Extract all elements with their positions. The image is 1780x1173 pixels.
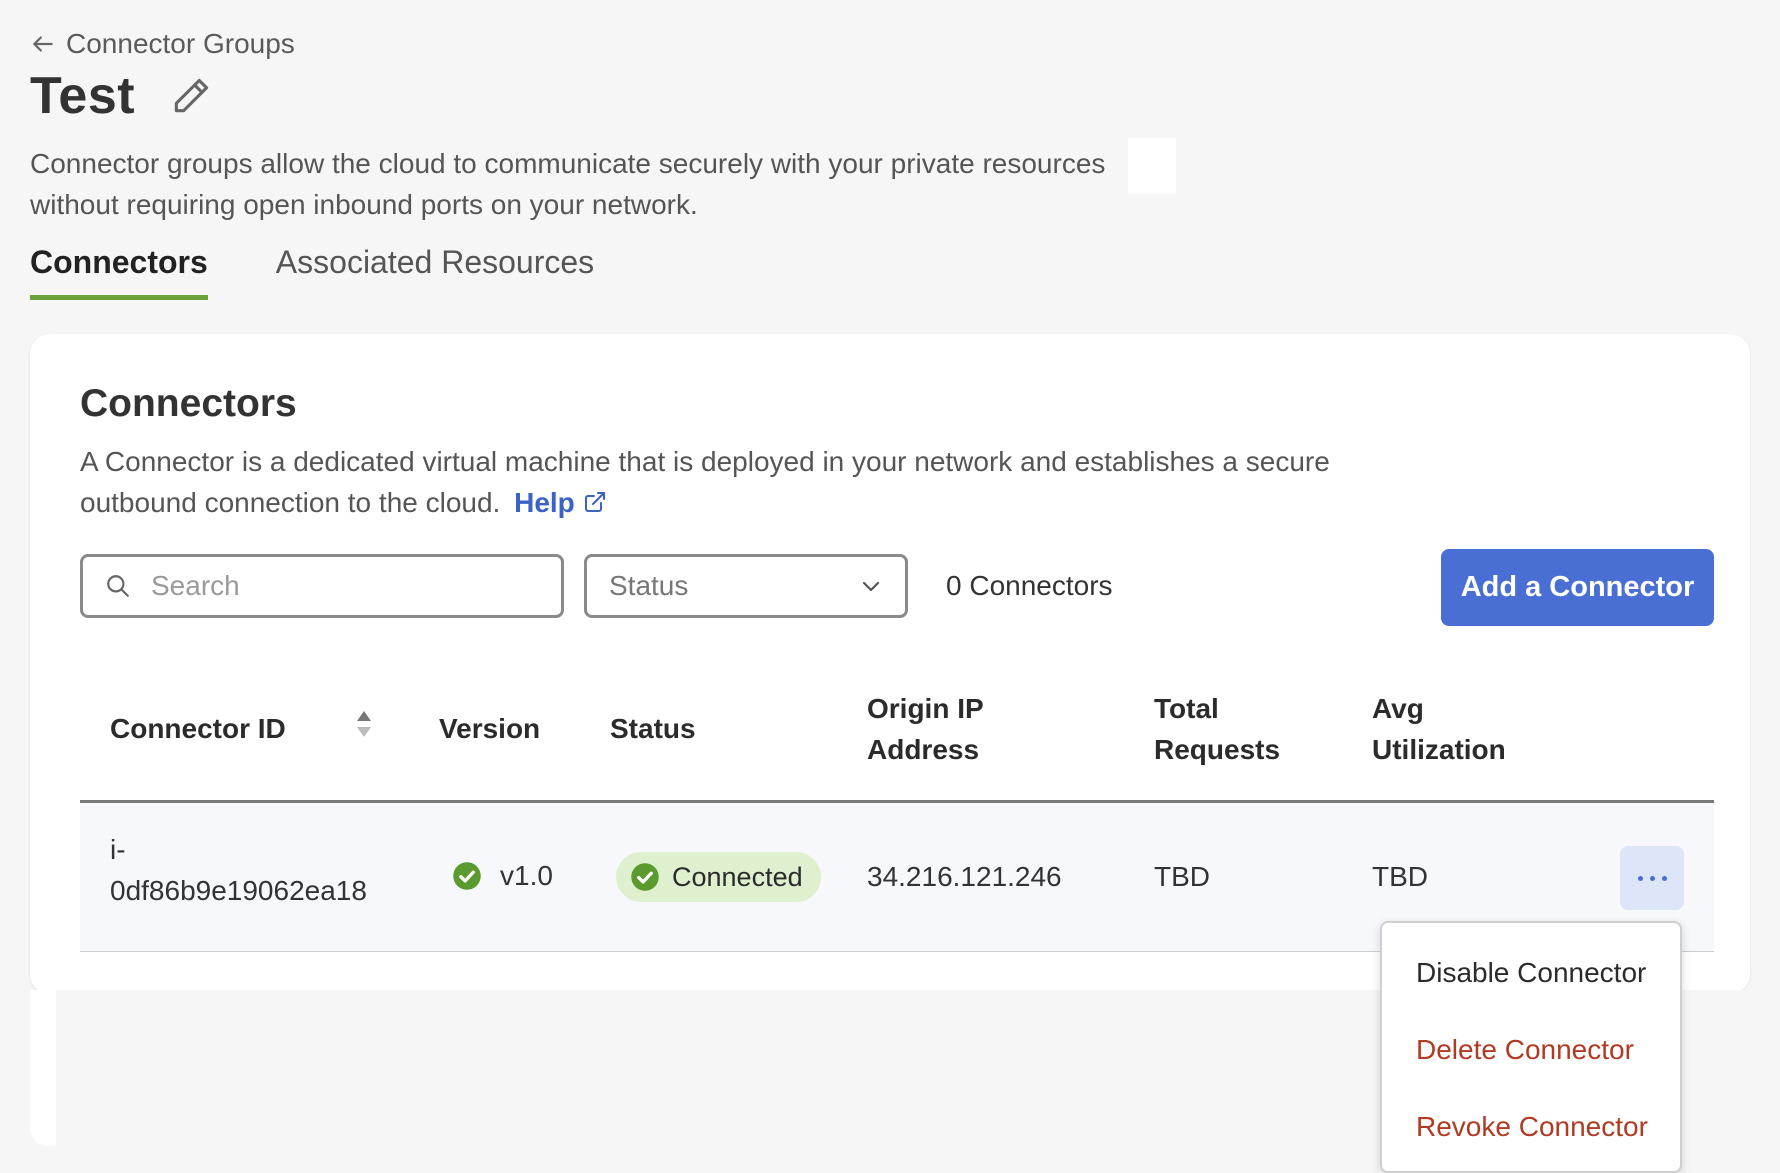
header-avg-utilization: Avg Utilization <box>1372 688 1506 770</box>
cell-connector-id-line2: 0df86b9e19062ea18 <box>110 875 367 906</box>
card-left-edge <box>30 990 56 1146</box>
cell-connector-id-line1: i- <box>110 834 126 865</box>
back-arrow-icon <box>33 36 53 52</box>
header-total-requests-line2: Requests <box>1154 734 1281 765</box>
status-filter-label: Status <box>609 570 689 601</box>
more-horizontal-icon <box>1637 875 1643 881</box>
tab-connectors[interactable]: Connectors <box>30 244 208 300</box>
status-filter-dropdown[interactable]: Status <box>584 554 908 618</box>
header-total-requests-line1: Total <box>1154 693 1219 724</box>
header-avg-utilization-line2: Utilization <box>1372 734 1506 765</box>
cell-version: v1.0 <box>452 860 553 892</box>
row-actions-button[interactable] <box>1620 846 1684 910</box>
card-title: Connectors <box>80 382 297 425</box>
breadcrumb-back-link[interactable]: Connector Groups <box>30 28 295 60</box>
status-badge: Connected <box>616 852 821 902</box>
cell-version-value: v1.0 <box>500 860 553 891</box>
header-version: Version <box>439 713 541 744</box>
cell-connector-id: i- 0df86b9e19062ea18 <box>110 829 367 911</box>
header-origin-ip-line2: Address <box>867 734 980 765</box>
pencil-edit-icon[interactable] <box>169 74 213 118</box>
title-row: Test <box>30 66 213 126</box>
header-connector-id[interactable]: Connector ID <box>110 708 286 749</box>
header-status: Status <box>610 713 696 744</box>
check-circle-icon <box>453 862 481 890</box>
breadcrumb-label: Connector Groups <box>66 28 295 59</box>
check-circle-icon <box>631 863 659 891</box>
status-badge-label: Connected <box>672 861 803 892</box>
menu-item-delete-connector[interactable]: Delete Connector <box>1416 1034 1634 1066</box>
header-origin-ip-line1: Origin IP <box>867 693 984 724</box>
tab-bar: Connectors Associated Resources <box>30 244 594 300</box>
search-input[interactable] <box>149 569 513 603</box>
connector-group-page: Connector Groups Test Connector groups a… <box>0 0 1780 1173</box>
search-field[interactable] <box>80 554 564 618</box>
cell-origin-ip: 34.216.121.246 <box>867 861 1062 892</box>
header-avg-utilization-line1: Avg <box>1372 693 1424 724</box>
help-link-label: Help <box>514 487 575 518</box>
cell-total-requests: TBD <box>1154 861 1210 892</box>
menu-item-disable-connector[interactable]: Disable Connector <box>1416 957 1646 989</box>
add-connector-button[interactable]: Add a Connector <box>1441 549 1714 626</box>
redaction-box <box>1128 138 1176 194</box>
menu-item-revoke-connector[interactable]: Revoke Connector <box>1416 1111 1648 1143</box>
card-description-text: A Connector is a dedicated virtual machi… <box>80 446 1330 518</box>
header-origin-ip: Origin IP Address <box>867 688 984 770</box>
card-description: A Connector is a dedicated virtual machi… <box>80 441 1340 523</box>
search-icon <box>107 575 129 597</box>
sort-icon[interactable] <box>354 708 374 740</box>
chevron-down-icon <box>862 581 880 592</box>
page-description: Connector groups allow the cloud to comm… <box>30 148 1106 220</box>
header-total-requests: Total Requests <box>1154 688 1280 770</box>
external-link-icon <box>584 492 605 512</box>
tab-associated-resources[interactable]: Associated Resources <box>276 244 594 300</box>
page-title: Test <box>30 67 136 125</box>
row-actions-menu: Disable Connector Delete Connector Revok… <box>1380 921 1682 1173</box>
cell-avg-utilization: TBD <box>1372 861 1428 892</box>
help-link[interactable]: Help <box>514 487 607 518</box>
connector-count: 0 Connectors <box>946 570 1113 601</box>
